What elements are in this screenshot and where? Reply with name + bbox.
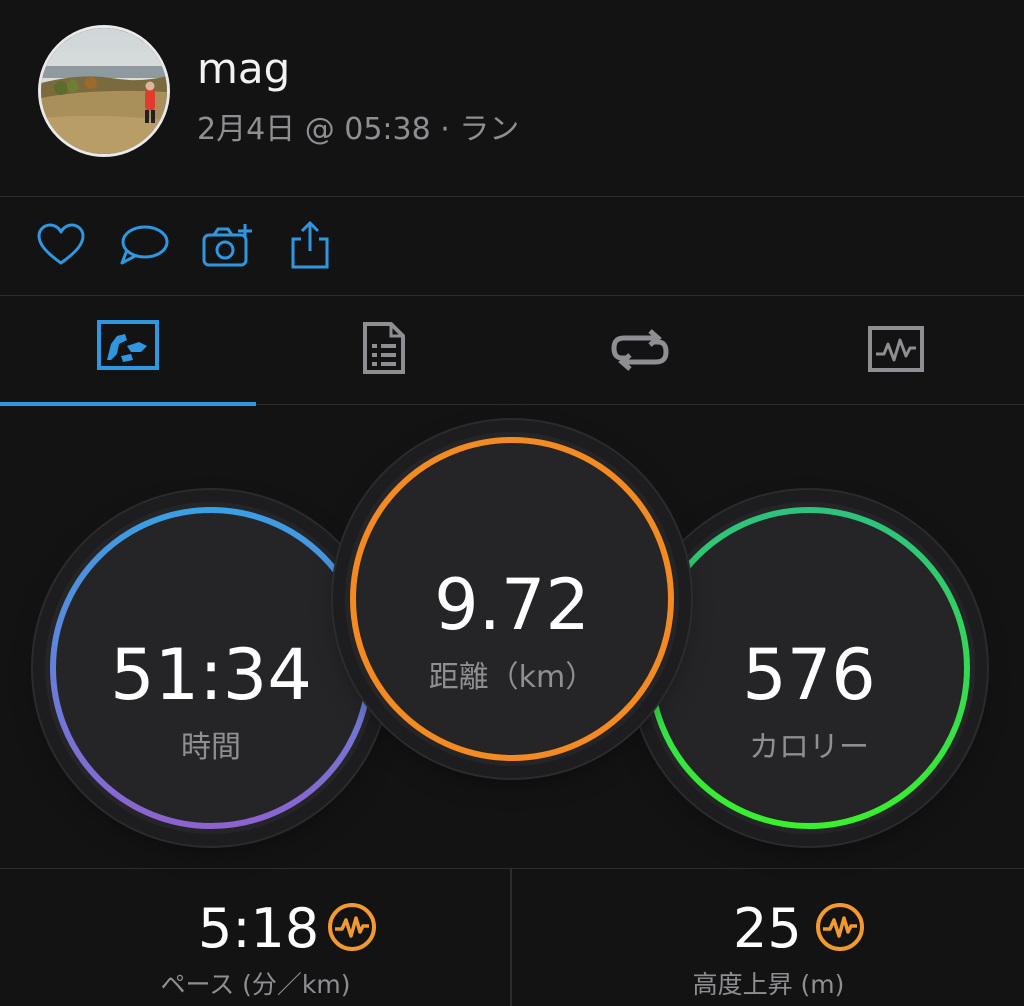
stats-sheet-icon (363, 322, 405, 374)
avatar[interactable] (38, 25, 170, 157)
overview-map-icon (97, 320, 159, 370)
elevation-label: 高度上昇 (m) (692, 970, 845, 999)
distance-ring[interactable]: 9.72 距離（km） (345, 432, 679, 766)
user-name[interactable]: mag (197, 44, 290, 93)
chart-icon (868, 326, 924, 372)
time-ring[interactable]: 51:34 時間 (45, 502, 377, 834)
pace-pulse-icon (328, 903, 376, 951)
share-icon[interactable] (283, 219, 337, 273)
elevation-cell[interactable]: 25 高度上昇 (m) (513, 869, 1024, 1006)
pace-cell[interactable]: 5:18 ペース (分／km) (0, 869, 511, 1006)
tab-overview[interactable] (0, 296, 256, 406)
distance-label: 距離（km） (428, 660, 596, 695)
tab-stats[interactable] (256, 296, 512, 404)
add-photo-icon[interactable] (200, 219, 254, 273)
pace-value: 5:18 (198, 897, 320, 960)
comment-icon[interactable] (117, 219, 171, 273)
calories-ring[interactable]: 576 カロリー (643, 502, 975, 834)
pace-label: ペース (分／km) (160, 970, 351, 999)
activity-header: mag 2月4日 @ 05:38 · ラン (0, 0, 1024, 197)
activity-meta: 2月4日 @ 05:38 · ラン (197, 112, 520, 147)
time-value: 51:34 (110, 634, 312, 716)
time-label: 時間 (181, 730, 241, 765)
heart-icon[interactable] (34, 219, 88, 273)
elevation-pulse-icon (816, 903, 864, 951)
elevation-value: 25 (733, 897, 802, 960)
bottom-divider (510, 869, 512, 1006)
calories-label: カロリー (749, 730, 869, 765)
action-bar (0, 197, 1024, 296)
tab-charts[interactable] (768, 296, 1024, 404)
calories-value: 576 (742, 634, 876, 716)
secondary-stats: 5:18 ペース (分／km) 25 高度上昇 (m) (0, 869, 1024, 1006)
tab-bar (0, 296, 1024, 406)
tab-laps[interactable] (512, 296, 768, 404)
distance-value: 9.72 (434, 564, 590, 646)
summary-stats: 51:34 時間 576 カロリー 9.72 距離（km） (0, 405, 1024, 869)
laps-icon (611, 329, 669, 371)
